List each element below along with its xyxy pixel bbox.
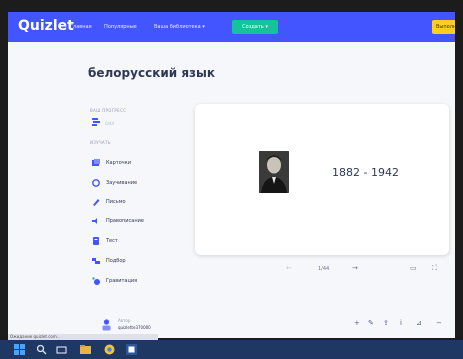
- progress-icon: [92, 118, 100, 126]
- mode-label: Письмо: [106, 199, 126, 205]
- author-avatar: [102, 319, 111, 331]
- mode-label: Карточки: [106, 160, 131, 166]
- share-icon[interactable]: ⇪: [383, 319, 389, 327]
- spell-icon: [92, 218, 97, 224]
- word-icon[interactable]: [126, 344, 137, 355]
- progress-value: 0/44: [105, 121, 114, 126]
- mode-label: Подбор: [106, 258, 126, 264]
- mode-match[interactable]: Подбор: [92, 256, 202, 266]
- previous-card-button[interactable]: ←: [286, 264, 292, 272]
- learn-icon: [92, 179, 100, 187]
- mode-spell[interactable]: Правописание: [92, 216, 202, 226]
- card-term: 1882 - 1942: [332, 166, 399, 179]
- flashcard[interactable]: 1882 - 1942: [195, 104, 449, 255]
- mode-label: Правописание: [106, 218, 144, 224]
- mode-gravity[interactable]: Гравитация: [92, 276, 202, 286]
- more-icon[interactable]: −: [436, 319, 442, 327]
- card-counter: 1/44: [318, 266, 330, 272]
- nav-popular[interactable]: Популярные: [104, 24, 137, 30]
- mode-write[interactable]: Письмо: [92, 197, 202, 207]
- author-name[interactable]: quizlette370000: [118, 325, 151, 330]
- mode-learn[interactable]: Заучивание: [92, 178, 202, 188]
- mode-label: Тест: [106, 238, 118, 244]
- search-icon[interactable]: [36, 344, 47, 355]
- fullscreen-icon[interactable]: ⛶: [432, 264, 437, 273]
- set-title: белорусский язык: [88, 66, 216, 80]
- gravity-icon: [92, 277, 100, 285]
- card-portrait-image: [259, 151, 289, 193]
- browser-icon[interactable]: [104, 344, 115, 355]
- delete-icon[interactable]: ⊿: [416, 319, 422, 327]
- upgrade-button[interactable]: Выполнить: [432, 20, 455, 34]
- test-icon: [93, 237, 99, 245]
- mode-label: Заучивание: [106, 180, 138, 186]
- nav-home[interactable]: Главная: [70, 24, 92, 30]
- mode-test[interactable]: Тест: [92, 236, 202, 246]
- cards-icon: [92, 159, 100, 166]
- nav-your-library[interactable]: Ваша библиотека ▾: [154, 24, 205, 30]
- add-icon[interactable]: +: [354, 319, 360, 327]
- author-caption: Автор: [118, 318, 131, 323]
- windows-taskbar: [0, 340, 463, 359]
- start-icon[interactable]: [14, 344, 25, 355]
- info-icon[interactable]: ⅰ: [400, 319, 402, 327]
- mode-cards[interactable]: Карточки: [92, 158, 202, 168]
- write-icon: [93, 199, 100, 206]
- progress-caption: ВАШ ПРОГРЕСС: [90, 108, 127, 113]
- quizlet-logo[interactable]: Quizlet: [18, 18, 74, 34]
- mode-label: Гравитация: [106, 278, 138, 284]
- browser-viewport: Quizlet Главная Популярные Ваша библиоте…: [8, 12, 455, 338]
- top-navigation-bar: Quizlet Главная Популярные Ваша библиоте…: [8, 12, 455, 42]
- settings-icon[interactable]: ▭: [410, 264, 417, 272]
- create-button[interactable]: Создать ▾: [232, 20, 278, 34]
- study-caption: ИЗУЧАТЬ: [90, 140, 111, 145]
- task-view-icon[interactable]: [56, 344, 67, 355]
- explorer-icon[interactable]: [80, 344, 91, 355]
- match-icon: [92, 258, 100, 264]
- next-card-button[interactable]: →: [352, 264, 358, 272]
- edit-icon[interactable]: ✎: [368, 319, 374, 327]
